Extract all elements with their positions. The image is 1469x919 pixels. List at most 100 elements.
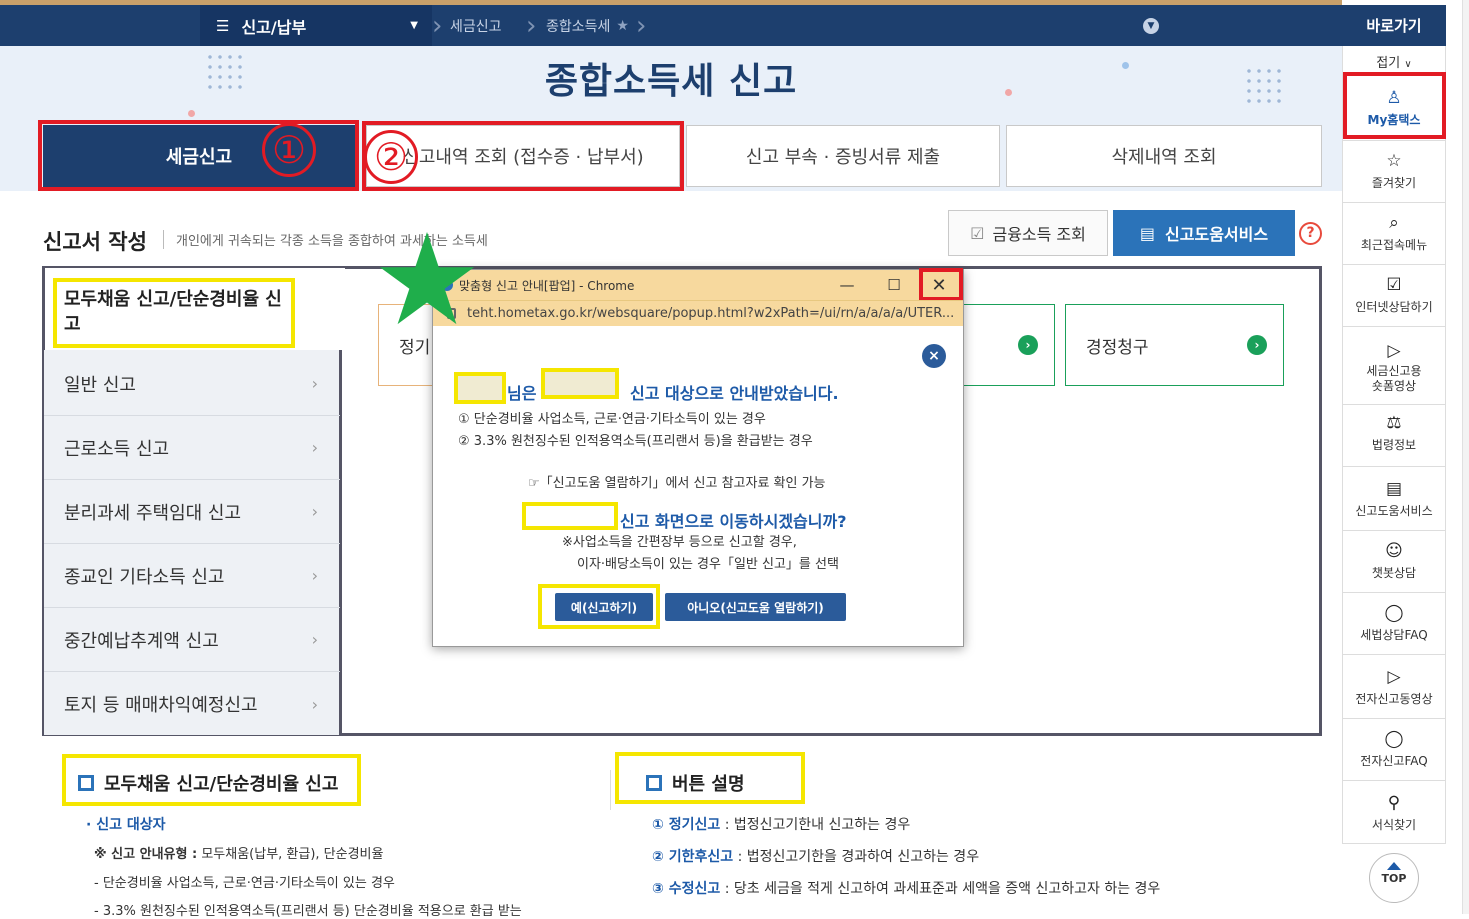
annotation-star-icon [379, 231, 475, 325]
popup-window-title: 맞춤형 신고 안내[팝업] - Chrome [459, 278, 635, 293]
popup-head-end: 신고 대상으로 안내받았습니다. [630, 384, 839, 403]
maximize-icon[interactable]: ☐ [877, 270, 911, 300]
list-item-general-report[interactable]: 일반 신고 › [44, 352, 340, 416]
rail-item-label: 전자신고FAQ [1360, 754, 1428, 768]
minimize-icon[interactable]: — [830, 270, 864, 300]
chevron-right-icon: › [311, 502, 318, 521]
breadcrumb-separator-icon: › [432, 10, 443, 41]
breadcrumb-item-tax-report[interactable]: 세금신고 [450, 5, 502, 46]
list-item-earned-income-report[interactable]: 근로소득 신고 › [44, 416, 340, 480]
rail-item-tax-law-faq[interactable]: ◯ 세법상담FAQ [1342, 592, 1446, 654]
rail-item-online-consult[interactable]: ☑ 인터넷상담하기 [1342, 264, 1446, 326]
list-item-interim-prepayment-report[interactable]: 중간예납추계액 신고 › [44, 608, 340, 672]
list-item-label: 근로소득 신고 [64, 438, 170, 460]
section-title: 신고서 작성 [43, 230, 147, 254]
annotation-yellow-box [541, 368, 619, 399]
list-item-land-trading-report[interactable]: 토지 등 매매차익예정신고 › [44, 672, 340, 736]
scroll-top-button[interactable]: TOP [1369, 853, 1419, 903]
report-help-service-button[interactable]: ▤ 신고도움서비스 [1113, 210, 1295, 256]
rail-item-label: 인터넷상담하기 [1355, 300, 1433, 314]
tab-deleted-history[interactable]: 삭제내역 조회 [1006, 125, 1322, 187]
button-desc-text: : 당초 세금을 적게 신고하여 과세표준과 세액을 증액 신고하고자 하는 경… [720, 881, 1161, 897]
popup-note-2: 이자·배당소득이 있는 경우「일반 신고」를 선택 [577, 557, 839, 572]
chatbot-icon: ☺ [1385, 541, 1403, 561]
section-divider [610, 770, 611, 810]
main-menu-dropdown[interactable]: ☰ 신고/납부 ▼ [200, 5, 432, 46]
popup-no-button[interactable]: 아니오(신고도움 열람하기) [665, 593, 846, 621]
checkbox-edit-icon: ☑ [970, 223, 985, 243]
list-item-label: 분리과세 주택임대 신고 [64, 502, 242, 524]
rail-item-label: 서식찾기 [1371, 818, 1417, 832]
speech-bubble-icon: ◯ [1384, 603, 1404, 623]
financial-income-lookup-label: 금융소득 조회 [992, 225, 1086, 244]
rail-item-e-filing-video[interactable]: ▷ 전자신고동영상 [1342, 654, 1446, 718]
quick-links-header[interactable]: 바로가기 [1342, 5, 1446, 46]
rail-fold-label: 접기 [1376, 56, 1401, 71]
annotation-number-one: ① [262, 123, 316, 177]
card-correction-claim[interactable]: 경정청구 › [1065, 304, 1284, 386]
rail-item-help-service[interactable]: ▤ 신고도움서비스 [1342, 466, 1446, 530]
play-icon: ▷ [1387, 667, 1401, 687]
popup-hint: ☞「신고도움 열람하기」에서 신고 참고자료 확인 가능 [528, 476, 826, 491]
rail-item-label: 즐겨찾기 [1371, 176, 1417, 190]
list-item-rental-income-report[interactable]: 분리과세 주택임대 신고 › [44, 480, 340, 544]
rail-item-label: 전자신고동영상 [1355, 692, 1433, 706]
gavel-icon: ⚖ [1386, 413, 1402, 433]
button-desc-term: ① 정기신고 [652, 817, 721, 833]
arrow-up-icon [1387, 862, 1401, 870]
annotation-yellow-box [615, 752, 805, 804]
chevron-right-icon: › [311, 566, 318, 585]
rail-fold-toggle[interactable]: 접기 ∨ [1342, 52, 1446, 71]
breadcrumb-dropdown-icon[interactable]: ▼ [1143, 18, 1159, 34]
annotation-yellow-box [53, 278, 295, 348]
arrow-right-icon: › [1018, 335, 1038, 355]
breadcrumb-separator-icon: › [526, 10, 537, 41]
list-item-label: 종교인 기타소득 신고 [64, 566, 225, 588]
chevron-right-icon: › [311, 438, 318, 457]
info-line-simple-rate: - 단순경비율 사업소득, 근로·연금·기타소득이 있는 경우 [94, 876, 395, 891]
popup-question: 신고 화면으로 이동하시겠습니까? [620, 512, 847, 531]
rail-item-form-search[interactable]: ⚲ 서식찾기 [1342, 780, 1446, 844]
popup-address-bar[interactable]: teht.hometax.go.kr/websquare/popup.html?… [433, 300, 963, 326]
popup-close-icon[interactable]: × [922, 344, 946, 368]
rail-item-label: 최근접속메뉴 [1360, 238, 1428, 252]
list-item-label: 중간예납추계액 신고 [64, 630, 219, 652]
speech-bubble-icon: ◯ [1384, 729, 1404, 749]
breadcrumb-separator-icon: › [636, 10, 647, 41]
rail-item-e-filing-faq[interactable]: ◯ 전자신고FAQ [1342, 718, 1446, 780]
target-subtitle: · 신고 대상자 [86, 817, 166, 833]
help-question-icon[interactable]: ? [1299, 222, 1322, 245]
search-icon: ⚲ [1387, 793, 1401, 813]
rail-item-chatbot[interactable]: ☺ 챗봇상담 [1342, 530, 1446, 592]
chevron-right-icon: › [311, 374, 318, 393]
star-icon: ☆ [1386, 151, 1402, 171]
breadcrumb-item-income-tax[interactable]: 종합소득세 ★ [546, 5, 629, 46]
annotation-yellow-box [62, 754, 361, 806]
financial-income-lookup-button[interactable]: ☑ 금융소득 조회 [948, 210, 1108, 256]
card-hidden-by-popup[interactable]: › [960, 304, 1055, 386]
rail-item-favorites[interactable]: ☆ 즐겨찾기 [1342, 140, 1446, 202]
caret-down-icon: ▼ [410, 20, 418, 31]
rail-item-short-video[interactable]: ▷ 세금신고용 숏폼영상 [1342, 326, 1446, 404]
info-line-type-value: 모두채움(납부, 환급), 단순경비율 [197, 847, 384, 862]
rail-item-recent-menu[interactable]: ⌕ 최근접속메뉴 [1342, 202, 1446, 264]
rail-item-law-info[interactable]: ⚖ 법령정보 [1342, 404, 1446, 466]
book-icon: ▤ [1385, 479, 1403, 499]
popup-head-mid: 님은 [507, 384, 537, 403]
decorative-dot [188, 110, 195, 117]
button-desc-term: ③ 수정신고 [652, 881, 721, 897]
popup-note-1: ※사업소득을 간편장부 등으로 신고할 경우, [562, 535, 797, 550]
list-item-religious-income-report[interactable]: 종교인 기타소득 신고 › [44, 544, 340, 608]
tab-attachment-submit[interactable]: 신고 부속 · 증빙서류 제출 [686, 125, 1000, 187]
list-item-label: 일반 신고 [64, 374, 136, 396]
book-icon: ▤ [1139, 223, 1156, 243]
rail-item-label: 신고도움서비스 [1355, 504, 1433, 518]
button-desc-term: ② 기한후신고 [652, 849, 734, 865]
popup-case-2: ② 3.3% 원천징수된 인적용역소득(프리랜서 등)을 환급받는 경우 [458, 434, 813, 449]
rail-item-label: 챗봇상담 [1371, 566, 1417, 580]
play-icon: ▷ [1387, 341, 1401, 361]
breadcrumb-current-label: 종합소득세 [546, 18, 611, 35]
annotation-yellow-box [538, 584, 660, 629]
favorite-star-icon[interactable]: ★ [616, 18, 629, 34]
page-scrollbar[interactable] [1462, 0, 1469, 914]
